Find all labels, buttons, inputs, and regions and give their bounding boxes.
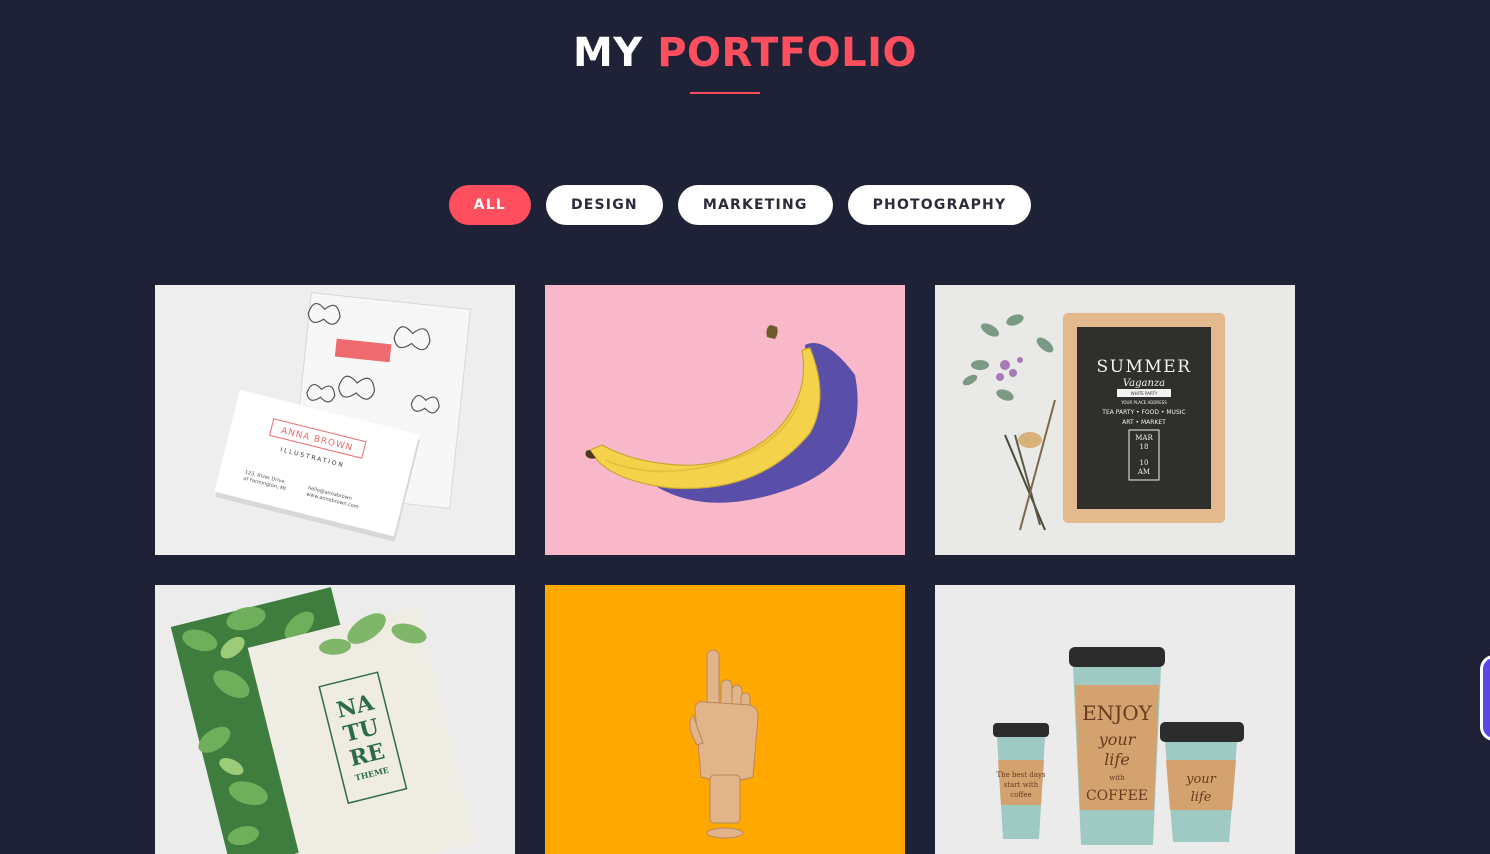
- page-title: MY PORTFOLIO: [0, 30, 1490, 76]
- main-cup-text2: your: [1098, 730, 1137, 749]
- sign-line2-text: ART • MARKET: [1122, 419, 1166, 426]
- sign-time1-text: 10: [1140, 459, 1149, 467]
- portfolio-item-nature-cards[interactable]: NA TU RE THEME: [155, 585, 515, 854]
- main-cup-text4: with: [1109, 774, 1125, 782]
- portfolio-section: MY PORTFOLIO ALL DESIGN MARKETING PHOTOG…: [0, 0, 1490, 854]
- floating-side-widget[interactable]: [1480, 655, 1490, 741]
- left-cup-text1: The best days: [997, 771, 1046, 779]
- sign-date2-text: 18: [1140, 443, 1149, 451]
- right-cup-text1: your: [1185, 772, 1217, 787]
- filter-all-button[interactable]: ALL: [448, 185, 531, 225]
- right-cup-text2: life: [1191, 790, 1212, 805]
- sign-time2-text: AM: [1137, 468, 1150, 476]
- portfolio-filter-bar: ALL DESIGN MARKETING PHOTOGRAPHY: [0, 185, 1490, 225]
- title-underline: [690, 92, 760, 94]
- portfolio-item-summer-sign[interactable]: SUMMER Vaganza WHITE PARTY YOUR PLACE AD…: [935, 285, 1295, 555]
- portfolio-item-wooden-hand[interactable]: [545, 585, 905, 854]
- main-cup-text5: COFFEE: [1086, 788, 1148, 804]
- sign-ribbon-text: WHITE PARTY: [1131, 391, 1158, 396]
- summer-sign-image: SUMMER Vaganza WHITE PARTY YOUR PLACE AD…: [935, 285, 1295, 555]
- portfolio-item-coffee-cups[interactable]: The best days start with coffee ENJOY yo…: [935, 585, 1295, 854]
- sign-title-text: SUMMER: [1097, 357, 1192, 377]
- business-cards-image: ANNA BROWN ILLUSTRATION 123, River Drive…: [155, 285, 515, 555]
- main-cup-text1: ENJOY: [1082, 701, 1153, 725]
- left-cup-text2: start with: [1004, 781, 1039, 789]
- title-word-portfolio: PORTFOLIO: [657, 30, 918, 76]
- left-cup-text3: coffee: [1010, 791, 1031, 799]
- filter-design-button[interactable]: DESIGN: [545, 185, 663, 225]
- banana-image: [545, 285, 905, 555]
- wooden-hand-image: [545, 585, 905, 854]
- title-word-my: MY: [572, 30, 643, 76]
- filter-photography-button[interactable]: PHOTOGRAPHY: [847, 185, 1032, 225]
- portfolio-item-business-cards[interactable]: ANNA BROWN ILLUSTRATION 123, River Drive…: [155, 285, 515, 555]
- sign-script-text: Vaganza: [1123, 378, 1165, 389]
- portfolio-grid: ANNA BROWN ILLUSTRATION 123, River Drive…: [155, 285, 1295, 854]
- filter-marketing-button[interactable]: MARKETING: [677, 185, 833, 225]
- nature-cards-image: NA TU RE THEME: [155, 585, 515, 854]
- portfolio-item-banana[interactable]: [545, 285, 905, 555]
- sign-date1-text: MAR: [1135, 434, 1153, 442]
- main-cup-text3: life: [1104, 750, 1130, 769]
- sign-line1-text: TEA PARTY • FOOD • MUSIC: [1101, 409, 1185, 416]
- sign-address-text: YOUR PLACE ADDRESS: [1120, 400, 1167, 405]
- coffee-cups-image: The best days start with coffee ENJOY yo…: [935, 585, 1295, 854]
